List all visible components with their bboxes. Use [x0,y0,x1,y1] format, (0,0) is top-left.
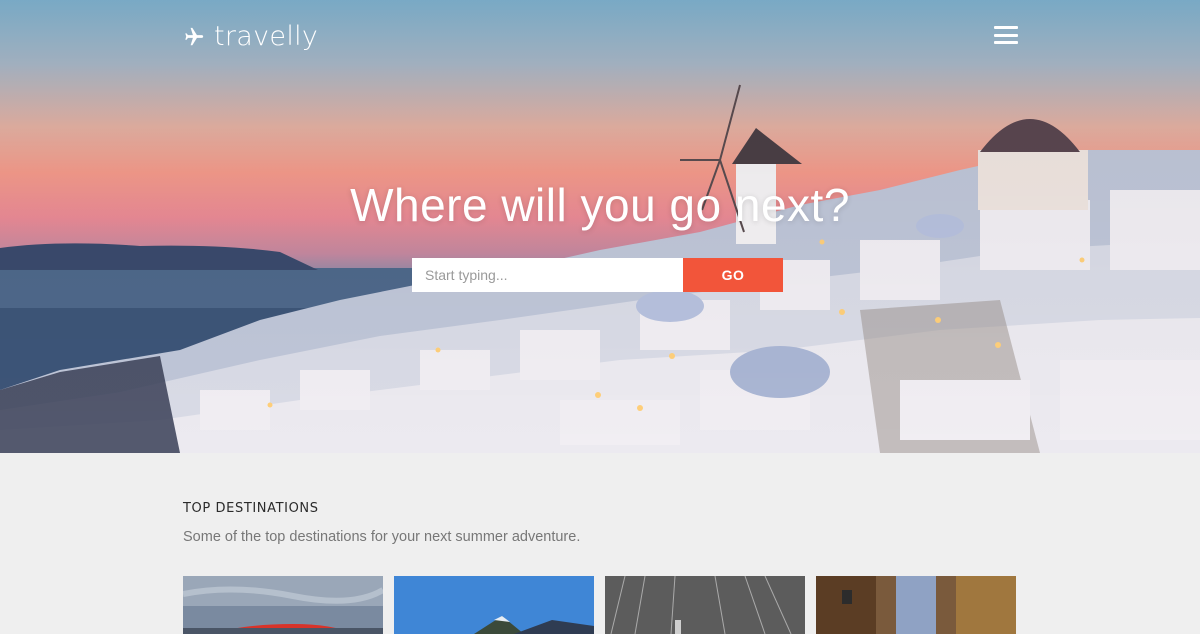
hamburger-menu-icon[interactable] [994,26,1018,44]
menu-bar [994,41,1018,44]
menu-bar [994,33,1018,37]
go-button[interactable]: GO [683,258,783,292]
destination-image [605,576,805,634]
brand-logo[interactable]: travelly [182,20,318,54]
destination-card-4[interactable] [816,576,1016,634]
destination-search-form: GO [412,258,783,292]
hero-banner: travelly Where will you go next? GO [0,0,1200,453]
hero-headline: Where will you go next? [350,179,850,231]
section-title: TOP DESTINATIONS [183,501,319,516]
destination-search-input[interactable] [412,258,683,292]
airplane-icon [185,27,204,46]
destination-cards [183,576,1016,634]
menu-bar [994,26,1018,29]
destination-image [394,576,594,634]
destination-image [816,576,1016,634]
top-destinations-section: TOP DESTINATIONS Some of the top destina… [0,453,1200,634]
brand-name: travelly [214,21,319,52]
destination-card-1[interactable] [183,576,383,634]
section-subtitle: Some of the top destinations for your ne… [183,529,581,545]
destination-card-2[interactable] [394,576,594,634]
destination-card-3[interactable] [605,576,805,634]
destination-image [183,576,383,634]
